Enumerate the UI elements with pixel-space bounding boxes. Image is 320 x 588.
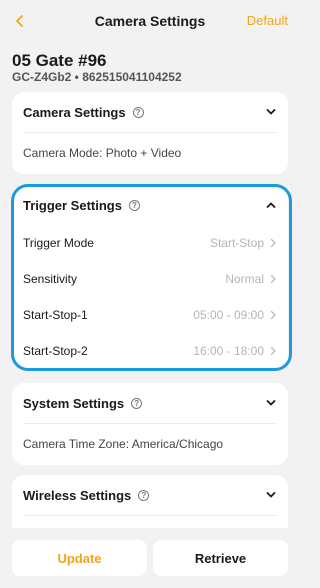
system-settings-title: System Settings (23, 395, 125, 411)
device-name: 05 Gate #96 (12, 51, 107, 70)
row-label: Start-Stop-2 (23, 344, 88, 358)
chevron-up-icon (266, 202, 276, 208)
chevron-right-icon (270, 346, 276, 356)
row-label: Trigger Mode (23, 236, 94, 250)
chevron-left-icon (16, 15, 23, 27)
timezone-text: Camera Time Zone: America/Chicago (23, 437, 224, 451)
sensitivity-row[interactable]: Sensitivity Normal (12, 261, 288, 297)
trigger-settings-title: Trigger Settings (23, 197, 122, 213)
trigger-settings-card: Trigger Settings ? Trigger Mode Start-St… (12, 187, 288, 368)
update-button[interactable]: Update (12, 540, 147, 576)
divider (23, 515, 277, 516)
row-value: 05:00 - 09:00 (193, 308, 264, 322)
page-title: Camera Settings (94, 13, 206, 29)
camera-settings-card: Camera Settings ? Camera Mode: Photo + V… (12, 92, 288, 174)
divider (23, 423, 277, 424)
trigger-mode-row[interactable]: Trigger Mode Start-Stop (12, 225, 288, 261)
back-button[interactable] (10, 11, 30, 31)
camera-mode-text: Camera Mode: Photo + Video (23, 146, 182, 160)
system-settings-header[interactable]: System Settings ? (12, 383, 288, 423)
chevron-right-icon (270, 238, 276, 248)
chevron-down-icon (266, 109, 276, 115)
help-icon[interactable]: ? (132, 106, 144, 118)
start-stop-2-row[interactable]: Start-Stop-2 16:00 - 18:00 (12, 333, 288, 368)
chevron-right-icon (270, 274, 276, 284)
wireless-settings-title: Wireless Settings (23, 487, 132, 503)
help-icon[interactable]: ? (138, 489, 150, 501)
row-label: Sensitivity (23, 272, 78, 286)
help-icon[interactable]: ? (128, 199, 140, 211)
trigger-settings-header[interactable]: Trigger Settings ? (12, 187, 288, 223)
chevron-down-icon (266, 400, 276, 406)
nav-bar: Camera Settings Default (0, 0, 300, 42)
row-label: Start-Stop-1 (23, 308, 88, 322)
help-icon[interactable]: ? (131, 397, 143, 409)
system-settings-card: System Settings ? Camera Time Zone: Amer… (12, 383, 288, 465)
start-stop-1-row[interactable]: Start-Stop-1 05:00 - 09:00 (12, 297, 288, 333)
device-id: GC-Z4Gb2 • 862515041104252 (12, 70, 182, 84)
default-button[interactable]: Default (247, 13, 288, 28)
row-value: Normal (225, 272, 264, 286)
retrieve-button[interactable]: Retrieve (153, 540, 288, 576)
row-value: 16:00 - 18:00 (193, 344, 264, 358)
row-value: Start-Stop (209, 236, 264, 250)
camera-settings-header[interactable]: Camera Settings ? (12, 92, 288, 132)
camera-settings-title: Camera Settings (23, 104, 126, 120)
action-bar: Update Retrieve (0, 528, 300, 588)
wireless-settings-header[interactable]: Wireless Settings ? (12, 475, 288, 515)
divider (23, 132, 277, 133)
chevron-right-icon (270, 310, 276, 320)
chevron-down-icon (266, 492, 276, 498)
